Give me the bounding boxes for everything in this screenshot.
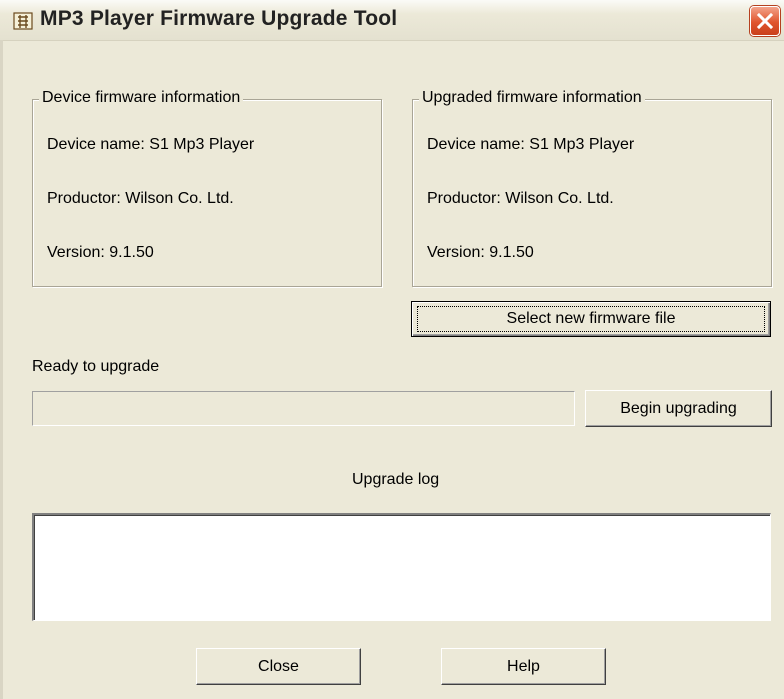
window-border bbox=[0, 40, 3, 699]
upgraded-firmware-legend: Upgraded firmware information bbox=[419, 89, 645, 107]
version-label: Version: 9.1.50 bbox=[47, 244, 154, 261]
close-icon bbox=[756, 12, 774, 30]
device-firmware-legend: Device firmware information bbox=[39, 89, 244, 107]
upgrade-log-textarea[interactable] bbox=[32, 513, 771, 621]
device-name-label: Device name: S1 Mp3 Player bbox=[47, 136, 255, 153]
window-title: MP3 Player Firmware Upgrade Tool bbox=[40, 7, 398, 30]
upgrade-log-label: Upgrade log bbox=[352, 471, 440, 488]
help-button-label: Help bbox=[507, 657, 540, 675]
begin-upgrading-button[interactable]: Begin upgrading bbox=[585, 390, 772, 427]
upgraded-device-name-label: Device name: S1 Mp3 Player bbox=[427, 136, 635, 153]
close-button-label: Close bbox=[258, 657, 299, 675]
select-firmware-file-button[interactable]: Select new firmware file bbox=[411, 301, 771, 337]
upgrade-progress-bar bbox=[32, 391, 575, 426]
upgrade-tool-window: MP3 Player Firmware Upgrade Tool Device … bbox=[0, 0, 784, 699]
device-firmware-group: Device firmware information Device name:… bbox=[32, 89, 382, 287]
upgraded-firmware-group: Upgraded firmware information Device nam… bbox=[412, 89, 772, 287]
begin-upgrading-label: Begin upgrading bbox=[620, 399, 737, 417]
select-firmware-file-label: Select new firmware file bbox=[506, 310, 676, 327]
title-bar[interactable]: MP3 Player Firmware Upgrade Tool bbox=[0, 0, 784, 41]
upgraded-productor-label: Productor: Wilson Co. Ltd. bbox=[427, 190, 614, 207]
window-close-button[interactable] bbox=[750, 6, 780, 36]
help-button[interactable]: Help bbox=[441, 648, 606, 685]
close-button[interactable]: Close bbox=[196, 648, 361, 685]
status-text: Ready to upgrade bbox=[32, 358, 160, 375]
productor-label: Productor: Wilson Co. Ltd. bbox=[47, 190, 234, 207]
upgraded-version-label: Version: 9.1.50 bbox=[427, 244, 534, 261]
speaker-app-icon bbox=[13, 12, 33, 30]
